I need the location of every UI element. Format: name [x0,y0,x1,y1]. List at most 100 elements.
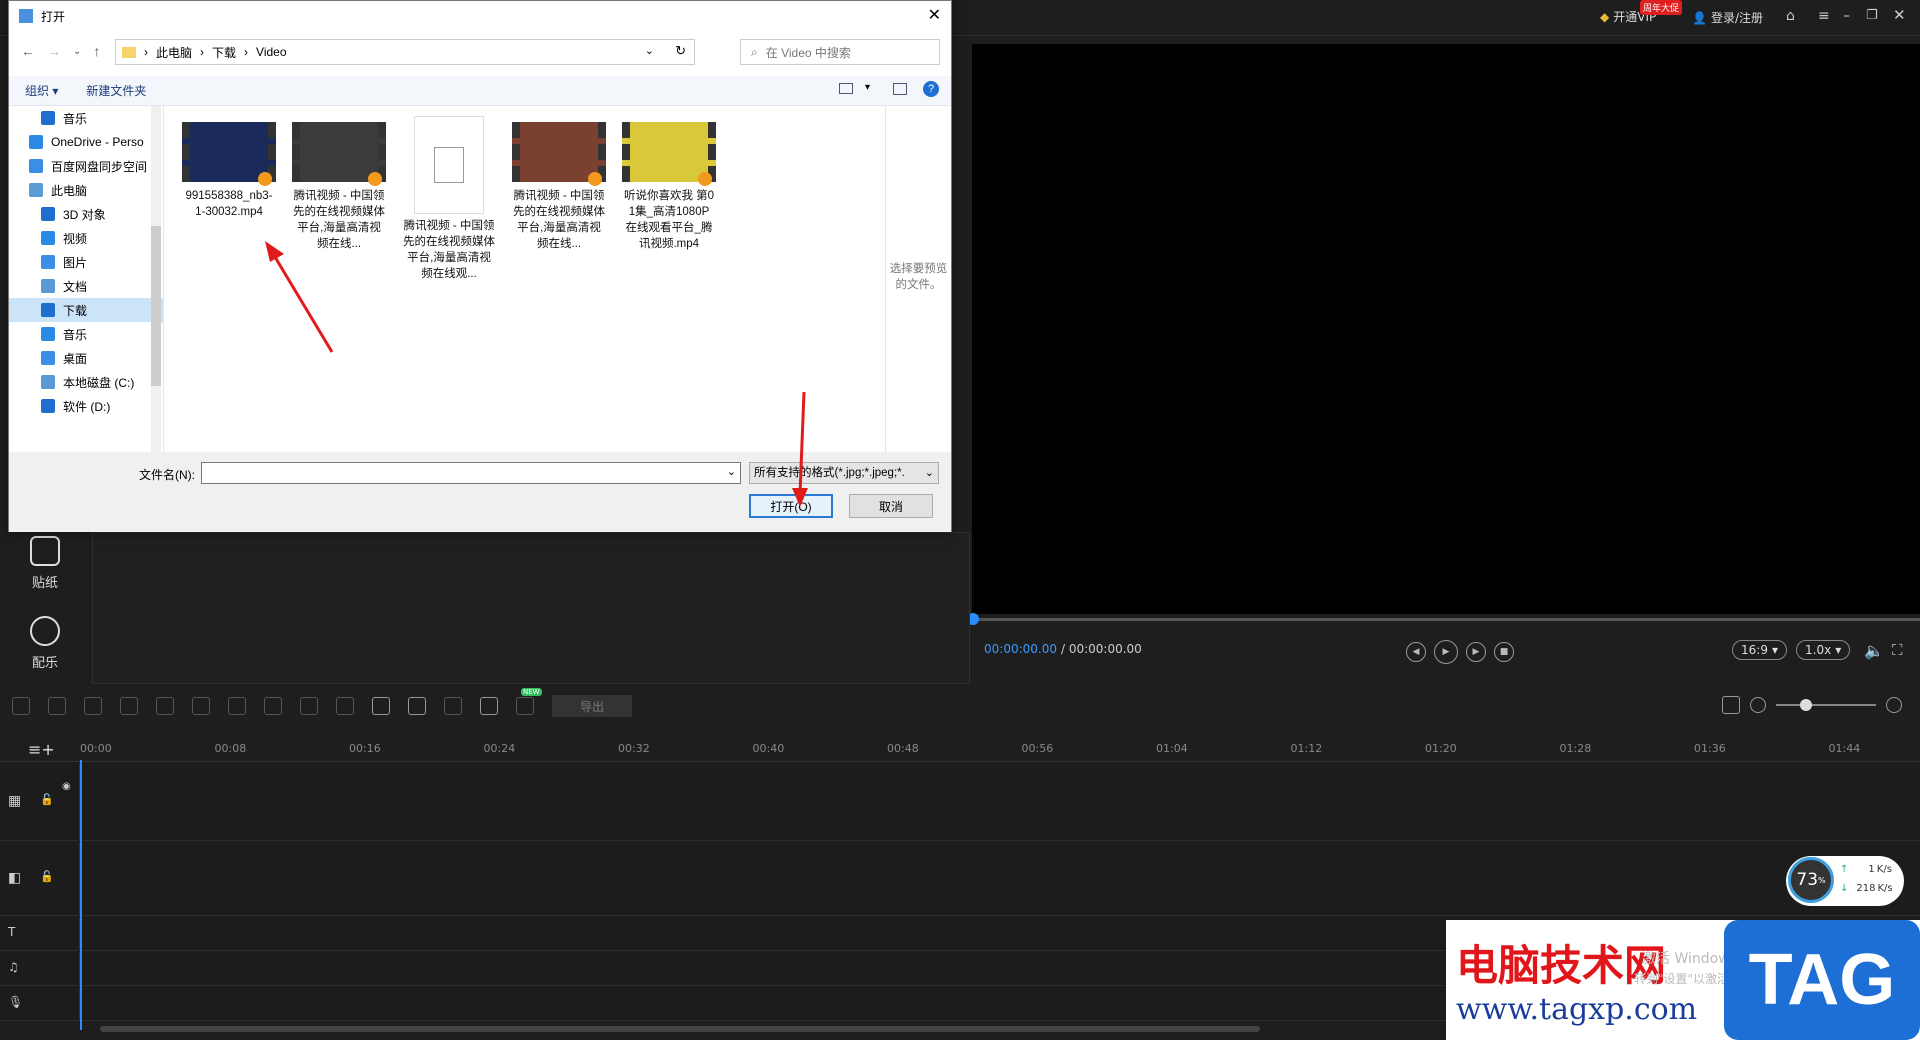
nav-item[interactable]: 软件 (D:) [9,394,163,418]
pip-track[interactable]: ◧ 🔓 [0,842,1920,916]
nav-item[interactable]: 文档 [9,274,163,298]
breadcrumb-item[interactable]: 下载 [212,44,236,61]
close-app-icon[interactable]: ✕ [1893,6,1906,24]
nav-scrollbar[interactable] [151,106,161,452]
restore-icon[interactable]: ❐ [1866,8,1878,23]
aspect-select[interactable]: 16:9 ▾ [1732,640,1787,660]
breadcrumb-item[interactable]: 此电脑 [156,44,192,61]
delete-icon[interactable] [84,697,102,715]
zoom-slider[interactable] [1776,699,1876,711]
add-track-icon[interactable]: ≡+ [28,740,55,759]
file-item[interactable]: 991558388_nb3-1-30032.mp4 [177,116,281,220]
open-file-dialog: 打开 ✕ ← → ⌄ ↑ › 此电脑 › 下载 › Video ⌄ ↻ ⌕ 在 … [8,0,952,532]
chevron-down-icon[interactable]: ⌄ [727,465,736,478]
video-track[interactable]: ▦ 🔓 ◉ [0,763,1920,841]
mic-icon[interactable] [372,697,390,715]
up-arrow-icon[interactable]: ↑ [93,43,100,59]
speed-select[interactable]: 1.0x ▾ [1796,640,1851,660]
zoom-in-icon[interactable] [1886,697,1902,713]
address-bar[interactable]: › 此电脑 › 下载 › Video ⌄ ↻ [115,39,695,65]
open-button[interactable]: 打开(O) [749,494,833,518]
nav-item[interactable]: OneDrive - Perso [9,130,163,154]
chart-icon[interactable] [300,697,318,715]
zoom-handle[interactable] [1800,699,1812,711]
file-name: 听说你喜欢我 第01集_高清1080P在线观看平台_腾讯视频.mp4 [623,190,715,250]
refresh-icon[interactable]: ↻ [675,43,686,59]
dialog-footer: 文件名(N): ⌄ 所有支持的格式(*.jpg;*.jpeg;*. ⌄ 打开(O… [9,452,951,532]
prev-frame-icon[interactable]: ◀ [1406,642,1426,662]
layers-icon[interactable] [480,697,498,715]
new-folder-button[interactable]: 新建文件夹 [86,82,146,99]
breadcrumb-sep: › [244,45,249,59]
redo-icon[interactable] [48,697,66,715]
progress-track[interactable] [972,618,1920,621]
sidebar-item-music[interactable]: 配乐 [0,616,90,671]
back-arrow-icon[interactable]: ← [21,43,35,59]
menu-icon[interactable]: ≡ [1818,8,1830,24]
home-icon[interactable]: ⌂ [1786,8,1795,24]
minimize-icon[interactable]: – [1843,8,1850,24]
help-icon[interactable]: ? [923,81,939,97]
chevron-down-icon[interactable]: ⌄ [924,463,934,483]
sidebar-label: 贴纸 [31,576,58,591]
nav-item[interactable]: 3D 对象 [9,202,163,226]
chevron-down-icon[interactable]: ⌄ [73,46,81,57]
effects-icon[interactable]: NEW [516,688,542,715]
forward-arrow-icon[interactable]: → [47,43,61,59]
file-item[interactable]: 腾讯视频 - 中国领先的在线视频媒体平台,海量高清视频在线... [507,116,611,252]
nav-item[interactable]: 音乐 [9,106,163,130]
fullscreen-icon[interactable]: ⛶ [1892,641,1903,659]
color-icon[interactable] [444,697,462,715]
preview-pane-icon[interactable] [893,83,907,95]
filename-field[interactable]: ⌄ [201,462,741,484]
next-frame-icon[interactable]: ▶ [1466,642,1486,662]
timeline-scrollbar[interactable] [100,1026,1260,1032]
nav-item[interactable]: 音乐 [9,322,163,346]
chevron-down-icon[interactable]: ⌄ [645,44,654,57]
chevron-down-icon[interactable]: ▾ [865,82,870,93]
zoom-out-icon[interactable] [1750,697,1766,713]
nav-item[interactable]: 图片 [9,250,163,274]
view-options-icon[interactable] [839,83,853,94]
nav-item[interactable]: 此电脑 [9,178,163,202]
fit-icon[interactable] [1722,696,1740,714]
lock-icon[interactable]: 🔓 [40,870,54,883]
lock-icon[interactable]: 🔓 [40,793,54,806]
nav-item[interactable]: 视频 [9,226,163,250]
organize-button[interactable]: 组织 ▾ [25,82,58,99]
nav-item[interactable]: 桌面 [9,346,163,370]
cancel-button[interactable]: 取消 [849,494,933,518]
eye-icon[interactable]: ◉ [62,781,71,792]
file-item[interactable]: 腾讯视频 - 中国领先的在线视频媒体平台,海量高清视频在线... [287,116,391,252]
stop-icon[interactable]: ■ [1494,642,1514,662]
breadcrumb-item[interactable]: Video [256,45,286,59]
search-input[interactable]: ⌕ 在 Video 中搜索 [740,39,940,65]
volume-icon[interactable]: 🔈 [1864,641,1884,660]
nav-item[interactable]: 下载 [9,298,163,322]
resize-icon[interactable] [228,697,246,715]
nav-item[interactable]: 本地磁盘 (C:) [9,370,163,394]
edit-icon[interactable] [120,697,138,715]
nav-item[interactable]: 百度网盘同步空间 [9,154,163,178]
mosaic-icon[interactable] [264,697,282,715]
text-icon[interactable] [408,697,426,715]
undo-icon[interactable] [12,697,30,715]
filetype-select[interactable]: 所有支持的格式(*.jpg;*.jpeg;*. ⌄ [749,462,939,484]
crop-icon[interactable] [192,697,210,715]
playhead[interactable] [80,760,82,1030]
play-icon[interactable]: ▶ [1434,640,1458,664]
file-item[interactable]: 听说你喜欢我 第01集_高清1080P在线观看平台_腾讯视频.mp4 [617,116,721,252]
close-icon[interactable]: ✕ [928,5,941,25]
ruler-tick-label: 01:28 [1559,742,1592,755]
login-button[interactable]: 👤 登录/注册 [1692,9,1763,26]
track-header: ◧ 🔓 [0,842,80,915]
sidebar-item-sticker[interactable]: 贴纸 [0,536,90,591]
nav-item-icon [41,207,55,221]
speed-icon[interactable] [336,697,354,715]
export-button[interactable]: 导出 [552,695,632,717]
nav-scroll-thumb[interactable] [151,226,161,386]
ruler-tick-label: 01:36 [1694,742,1726,755]
timeline-ruler[interactable]: ≡+ 00:00 00:08 00:16 00:24 00:32 00:40 00:48 00… [0,732,1920,762]
file-item[interactable]: 腾讯视频 - 中国领先的在线视频媒体平台,海量高清视频在线观... [397,116,501,282]
cut-icon[interactable] [156,697,174,715]
